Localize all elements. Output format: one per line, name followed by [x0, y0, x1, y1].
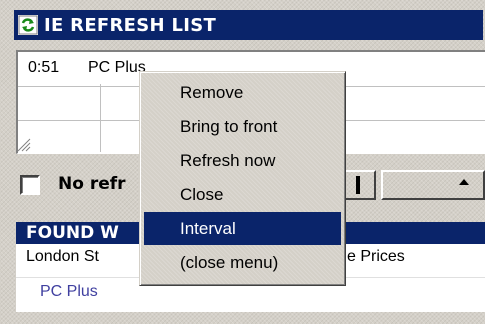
- menu-item-close-menu[interactable]: (close menu): [144, 246, 341, 279]
- menu-item-remove[interactable]: Remove: [144, 76, 341, 109]
- menu-item-interval[interactable]: Interval: [144, 212, 341, 245]
- found-item-title[interactable]: London St: [26, 248, 99, 266]
- menu-item-bring-to-front[interactable]: Bring to front: [144, 110, 341, 143]
- list-item-time[interactable]: 0:51: [28, 59, 59, 77]
- found-item-link[interactable]: PC Plus: [40, 283, 98, 301]
- menu-item-refresh-now[interactable]: Refresh now: [144, 144, 341, 177]
- context-menu: Remove Bring to front Refresh now Close …: [139, 71, 346, 286]
- menu-item-close[interactable]: Close: [144, 178, 341, 211]
- no-refresh-checkbox[interactable]: [20, 175, 40, 195]
- list-item-name[interactable]: PC Plus: [88, 59, 146, 77]
- up-arrow-icon: [459, 179, 469, 185]
- resize-grip-icon[interactable]: [16, 138, 32, 152]
- button-bar-icon: [356, 176, 360, 194]
- window-title: IE REFRESH LIST: [44, 14, 217, 36]
- no-refresh-label: No refr: [58, 174, 126, 194]
- list-column-divider: [100, 84, 101, 152]
- title-bar[interactable]: IE REFRESH LIST: [14, 10, 483, 40]
- refresh-icon: [18, 15, 38, 35]
- scroll-up-button[interactable]: [381, 170, 485, 200]
- found-item-title-tail[interactable]: e Prices: [347, 248, 405, 266]
